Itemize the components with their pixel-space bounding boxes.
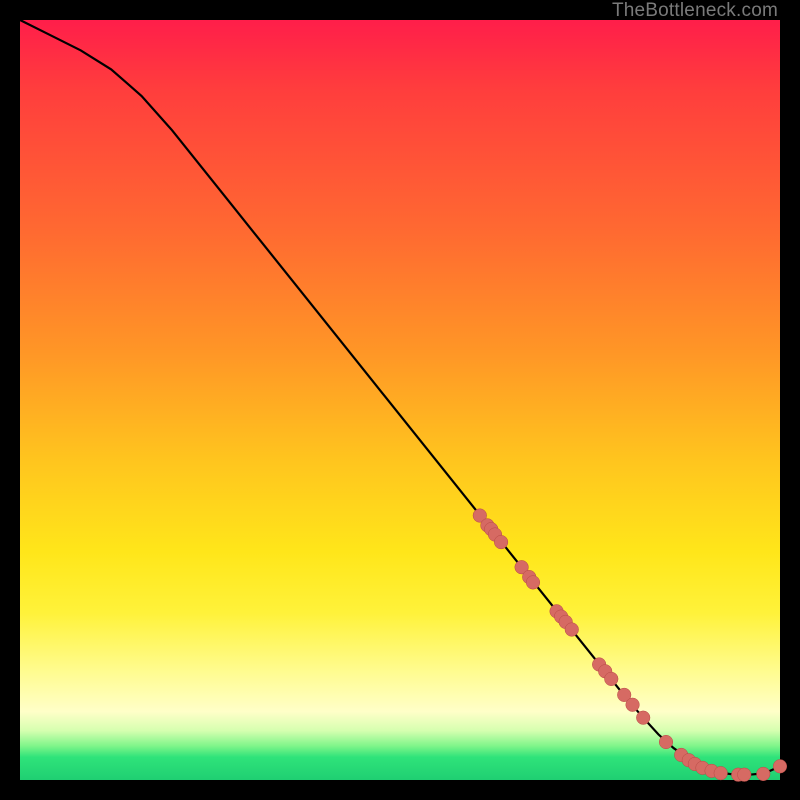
data-marker [737,768,751,782]
data-marker [494,535,508,549]
attribution-text: TheBottleneck.com [612,0,778,22]
chart-frame: TheBottleneck.com [0,0,800,800]
data-marker [756,767,770,781]
data-marker [636,711,650,725]
data-marker [526,576,540,590]
plot-area [20,20,780,780]
bottleneck-curve [20,20,780,775]
data-marker [659,735,673,749]
data-marker [714,766,728,780]
data-marker [626,698,640,712]
marker-group [473,509,787,782]
data-marker [604,672,618,686]
bottleneck-curve-svg [20,20,780,780]
data-marker [773,760,787,774]
data-marker [565,623,579,637]
